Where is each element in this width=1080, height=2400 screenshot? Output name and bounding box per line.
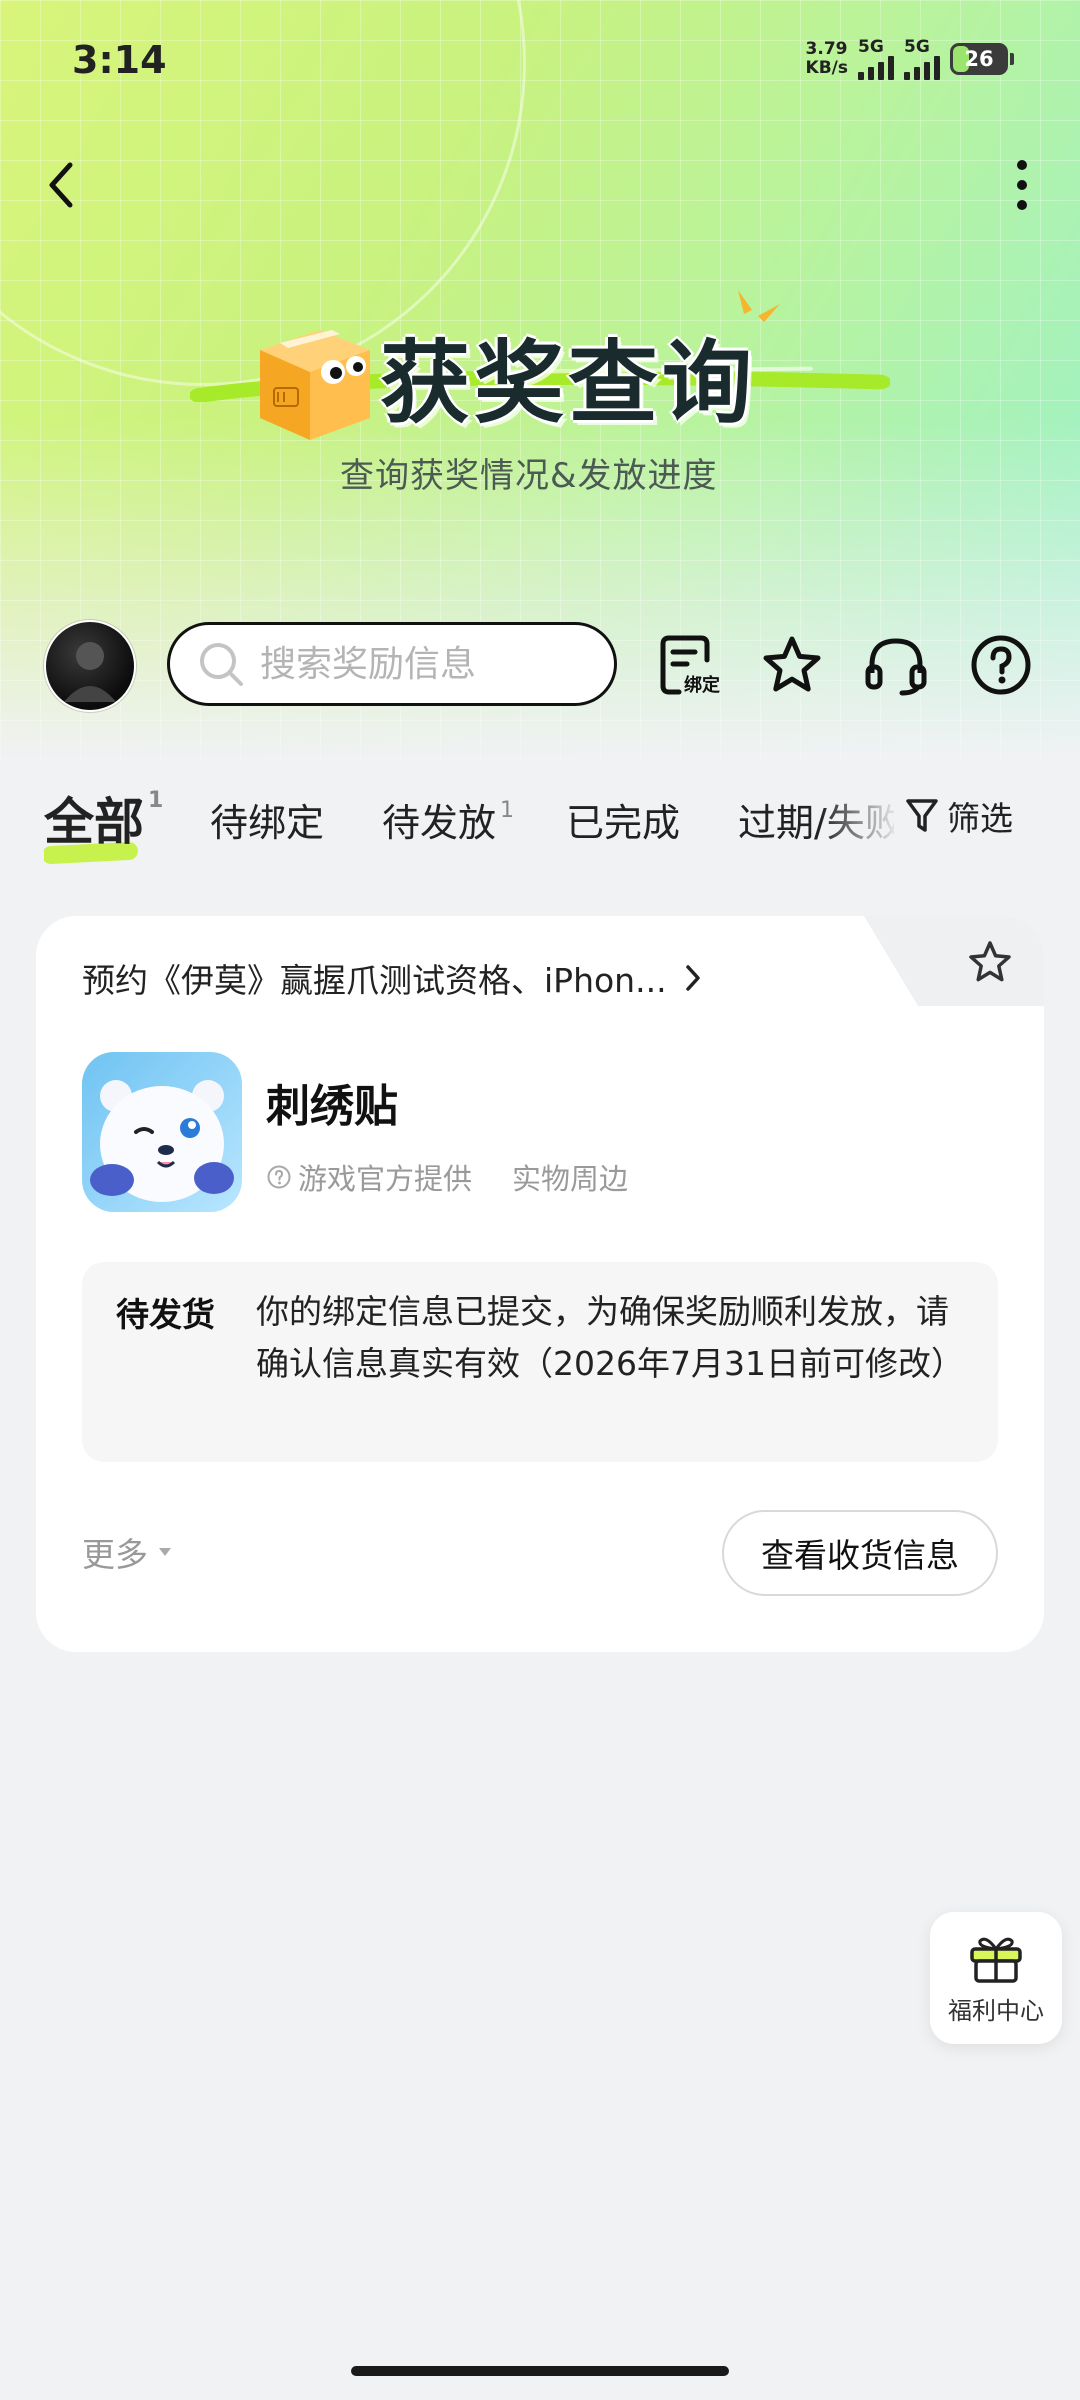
user-avatar[interactable] [44, 620, 136, 712]
search-input[interactable] [258, 642, 592, 686]
page-subtitle: 查询获奖情况&发放进度 [340, 456, 718, 496]
network-speed: 3.79 KB/s [805, 39, 848, 78]
headset-icon [865, 638, 927, 696]
home-indicator[interactable] [351, 2366, 729, 2376]
status-tabs: 全部 1 待绑定 待发放 1 已完成 过期/失败 [44, 780, 894, 870]
chevron-right-icon [685, 965, 700, 991]
avatar-silhouette-icon [64, 642, 116, 702]
reward-item-name: 刺绣贴 [266, 1081, 398, 1132]
more-dropdown[interactable]: 更多 [82, 1528, 172, 1576]
delivery-status-box: 待发货 你的绑定信息已提交，为确保奖励顺利发放，请确认信息真实有效（2026年7… [82, 1262, 998, 1462]
card-favorite-tab [864, 916, 1044, 1006]
sparkle-icon [738, 290, 780, 322]
more-vertical-icon [1017, 160, 1027, 210]
event-title-link[interactable]: 预约《伊莫》赢握爪测试资格、iPhon... [82, 954, 701, 1002]
signal-icon: 5G [858, 38, 894, 80]
caret-down-icon [159, 1548, 171, 1556]
status-label: 待发货 [116, 1295, 215, 1334]
status-time: 3:14 [72, 38, 167, 82]
more-options-button[interactable] [992, 150, 1052, 220]
question-circle-icon [267, 1165, 291, 1189]
filter-icon [906, 799, 938, 832]
filter-button[interactable]: 筛选 [905, 792, 1013, 840]
status-icons: 3.79 KB/s 5G 5G 26 [805, 38, 1014, 80]
tab-all[interactable]: 全部 1 [44, 782, 163, 865]
game-app-icon [82, 1052, 242, 1212]
tab-pending-release[interactable]: 待发放 1 [382, 792, 514, 847]
tabs-fade [820, 780, 900, 870]
search-bar[interactable] [167, 622, 617, 706]
favorites-button[interactable] [752, 625, 832, 705]
welfare-label: 福利中心 [948, 1996, 1044, 2025]
customer-service-button[interactable] [856, 625, 936, 705]
chevron-left-icon [49, 162, 73, 208]
polar-bear-mascot-icon [82, 1052, 242, 1212]
favorite-star-icon[interactable] [966, 938, 1014, 986]
battery-icon: 26 [950, 43, 1014, 75]
signal-icon: 5G [904, 38, 940, 80]
view-shipping-info-button[interactable]: 查看收货信息 [722, 1510, 998, 1596]
back-button[interactable] [30, 150, 90, 220]
hero-banner: 获奖查询 查询获奖情况&发放进度 [180, 270, 900, 500]
search-icon [200, 643, 243, 686]
page-title: 获奖查询 [380, 331, 756, 436]
reward-meta: 游戏官方提供 实物周边 [266, 1156, 628, 1198]
help-button[interactable] [961, 625, 1041, 705]
bind-label: 绑定 [684, 675, 720, 696]
category-tag: 实物周边 [512, 1162, 629, 1196]
status-message: 你的绑定信息已提交，为确保奖励顺利发放，请确认信息真实有效（2026年7月31日… [256, 1292, 964, 1383]
question-circle-icon [971, 635, 1031, 695]
star-icon [763, 636, 821, 692]
welfare-center-button[interactable]: 福利中心 [930, 1912, 1062, 2044]
tab-pending-bind[interactable]: 待绑定 [210, 792, 324, 847]
provider-info[interactable]: 游戏官方提供 [266, 1156, 472, 1198]
package-mascot-icon [260, 330, 370, 440]
bind-button[interactable]: 绑定 [650, 625, 730, 705]
reward-card: 预约《伊莫》赢握爪测试资格、iPhon... 刺绣贴 游戏官方提供 实物周边 待… [36, 916, 1044, 1652]
tab-completed[interactable]: 已完成 [566, 792, 680, 847]
gift-icon [970, 1937, 1022, 1983]
